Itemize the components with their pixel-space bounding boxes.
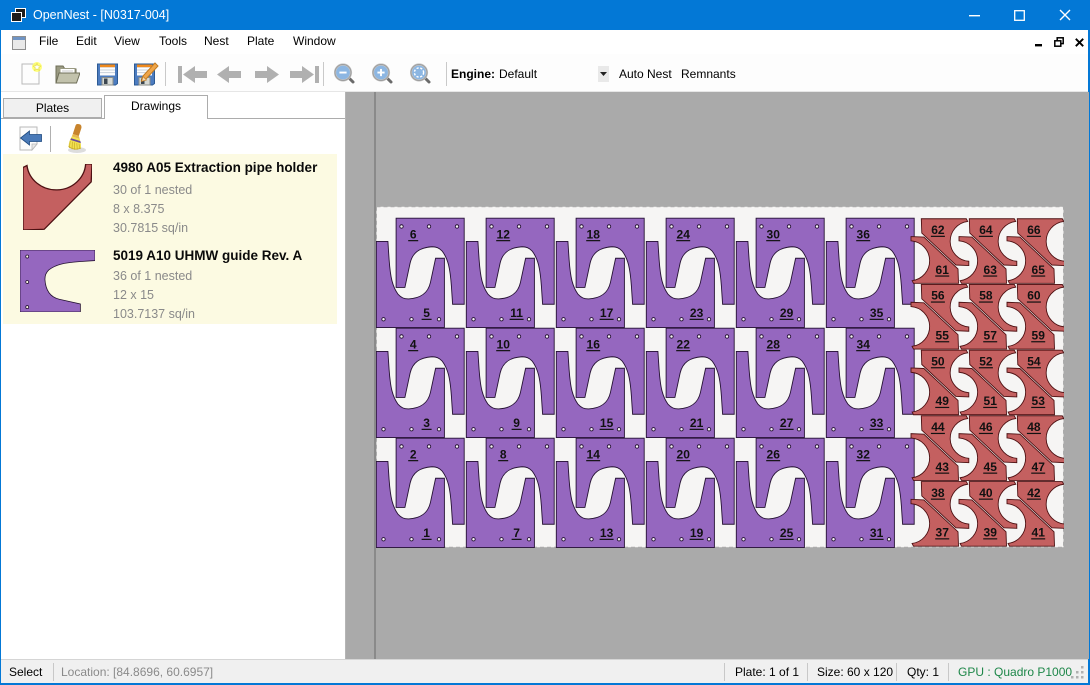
- svg-text:33: 33: [870, 416, 884, 430]
- svg-text:55: 55: [936, 328, 950, 342]
- svg-text:17: 17: [600, 306, 614, 320]
- svg-text:21: 21: [690, 416, 704, 430]
- svg-text:30: 30: [767, 227, 781, 241]
- svg-text:1: 1: [423, 526, 430, 540]
- svg-text:49: 49: [936, 394, 950, 408]
- svg-text:19: 19: [690, 526, 704, 540]
- svg-text:15: 15: [600, 416, 614, 430]
- svg-text:12: 12: [497, 227, 511, 241]
- svg-text:29: 29: [780, 306, 794, 320]
- svg-text:32: 32: [857, 447, 871, 461]
- svg-text:45: 45: [984, 460, 998, 474]
- svg-text:7: 7: [513, 526, 520, 540]
- svg-text:11: 11: [510, 306, 523, 320]
- svg-text:62: 62: [931, 223, 945, 237]
- svg-text:6: 6: [410, 227, 417, 241]
- svg-text:39: 39: [984, 525, 998, 539]
- svg-text:3: 3: [423, 416, 430, 430]
- svg-text:50: 50: [931, 354, 945, 368]
- svg-text:13: 13: [600, 526, 614, 540]
- svg-text:23: 23: [690, 306, 704, 320]
- svg-text:31: 31: [870, 526, 884, 540]
- svg-text:66: 66: [1027, 223, 1041, 237]
- svg-text:46: 46: [979, 420, 993, 434]
- svg-text:2: 2: [410, 447, 417, 461]
- svg-text:59: 59: [1032, 328, 1046, 342]
- svg-text:40: 40: [979, 486, 993, 500]
- svg-text:63: 63: [984, 263, 998, 277]
- svg-text:48: 48: [1027, 420, 1041, 434]
- svg-text:35: 35: [870, 306, 884, 320]
- svg-text:9: 9: [513, 416, 520, 430]
- svg-text:64: 64: [979, 223, 993, 237]
- svg-text:26: 26: [767, 447, 781, 461]
- svg-text:60: 60: [1027, 289, 1041, 303]
- svg-text:43: 43: [936, 460, 950, 474]
- svg-text:52: 52: [979, 354, 993, 368]
- svg-text:24: 24: [677, 227, 691, 241]
- svg-text:61: 61: [936, 263, 950, 277]
- svg-text:53: 53: [1032, 394, 1046, 408]
- svg-text:25: 25: [780, 526, 794, 540]
- svg-text:58: 58: [979, 289, 993, 303]
- svg-text:56: 56: [931, 289, 945, 303]
- svg-text:10: 10: [497, 337, 511, 351]
- svg-text:42: 42: [1027, 486, 1041, 500]
- svg-text:4: 4: [410, 337, 417, 351]
- svg-text:14: 14: [587, 447, 601, 461]
- svg-text:16: 16: [587, 337, 601, 351]
- svg-text:20: 20: [677, 447, 691, 461]
- svg-text:51: 51: [984, 394, 998, 408]
- svg-text:44: 44: [931, 420, 945, 434]
- svg-text:5: 5: [423, 306, 430, 320]
- svg-text:8: 8: [500, 447, 507, 461]
- svg-text:38: 38: [931, 486, 945, 500]
- svg-text:34: 34: [857, 337, 871, 351]
- svg-text:37: 37: [936, 525, 950, 539]
- svg-text:18: 18: [587, 227, 601, 241]
- svg-text:47: 47: [1032, 460, 1046, 474]
- svg-text:36: 36: [857, 227, 871, 241]
- svg-text:22: 22: [677, 337, 691, 351]
- svg-text:27: 27: [780, 416, 794, 430]
- svg-text:28: 28: [767, 337, 781, 351]
- svg-text:54: 54: [1027, 354, 1041, 368]
- svg-text:65: 65: [1032, 263, 1046, 277]
- svg-text:57: 57: [984, 328, 998, 342]
- svg-text:41: 41: [1032, 525, 1046, 539]
